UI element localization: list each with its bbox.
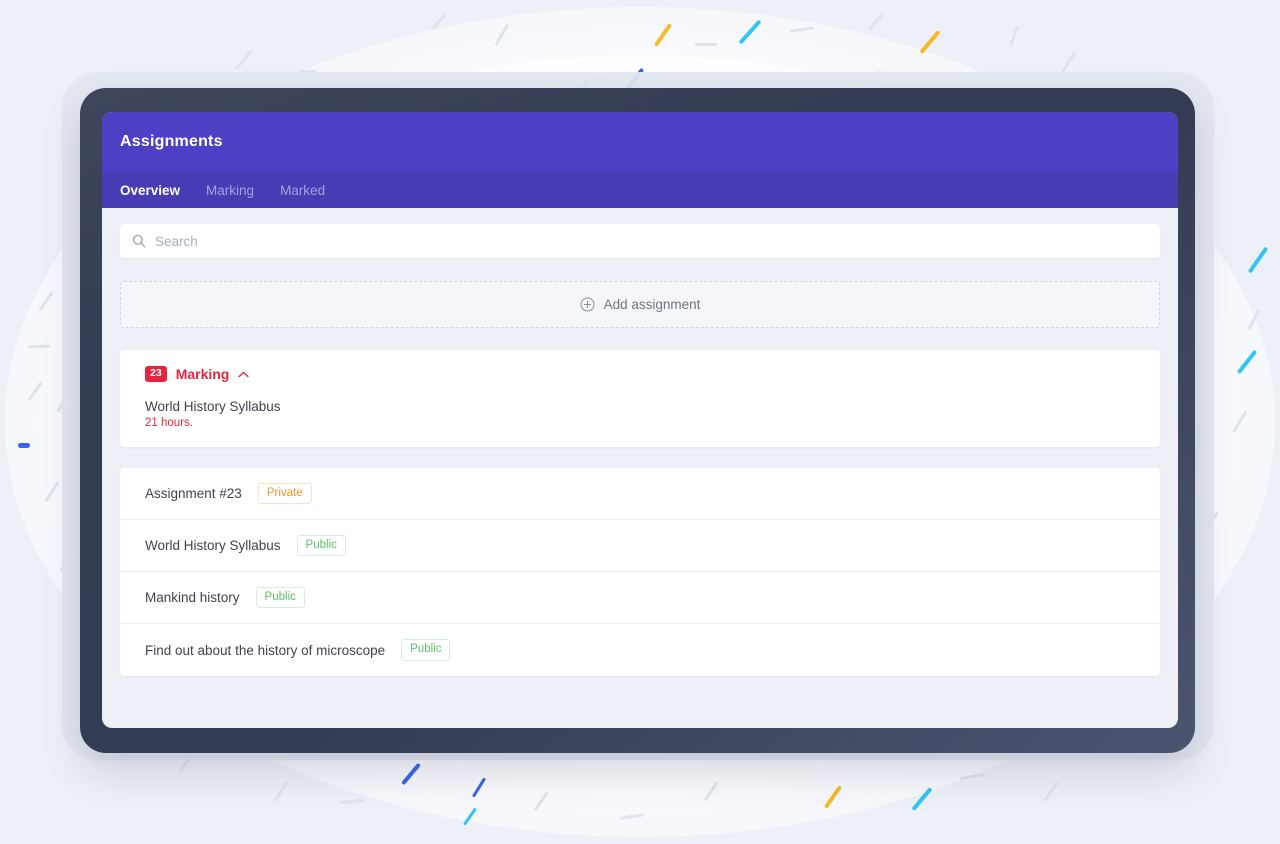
table-row[interactable]: Assignment #23 Private — [120, 468, 1160, 520]
tab-overview[interactable]: Overview — [120, 183, 180, 198]
marking-item-subtitle: 21 hours. — [145, 417, 193, 429]
status-badge: Public — [255, 586, 305, 609]
marking-list-item[interactable]: World History Syllabus 21 hours. — [120, 382, 1160, 429]
confetti-stick — [868, 12, 884, 31]
search-icon — [132, 234, 146, 248]
marking-group-header[interactable]: 23 Marking — [120, 366, 1160, 382]
confetti-stick — [18, 443, 30, 448]
search-bar[interactable] — [120, 224, 1160, 258]
add-assignment-button[interactable]: Add assignment — [120, 281, 1160, 328]
plus-circle-icon — [580, 297, 595, 312]
marking-item-title: World History Syllabus — [145, 399, 281, 414]
main-content: Add assignment 23 Marking World History … — [102, 208, 1178, 676]
marking-group-label: Marking — [175, 366, 230, 382]
marking-group-card: 23 Marking World History Syllabus 21 hou… — [120, 350, 1160, 447]
page-scene: Assignments Overview Marking Marked Sear… — [0, 0, 1280, 844]
confetti-stick — [919, 29, 941, 55]
tab-bar: Overview Marking Marked — [102, 172, 1178, 208]
assignment-title: Assignment #23 — [145, 486, 242, 501]
tab-marking[interactable]: Marking — [206, 183, 254, 198]
assignment-title: Find out about the history of microscope — [145, 642, 386, 658]
assignments-list: Assignment #23 Private World History Syl… — [120, 468, 1160, 676]
search-input[interactable] — [155, 224, 1160, 258]
confetti-stick — [695, 43, 717, 46]
add-assignment-label: Add assignment — [603, 297, 701, 312]
app-screen: Assignments Overview Marking Marked Sear… — [102, 112, 1178, 728]
chevron-up-icon[interactable] — [238, 371, 250, 378]
table-row[interactable]: Find out about the history of microscope… — [120, 624, 1160, 676]
table-row[interactable]: Mankind history Public — [120, 572, 1160, 624]
confetti-stick — [1061, 50, 1077, 73]
confetti-stick — [1247, 246, 1269, 274]
tab-marked[interactable]: Marked — [280, 183, 325, 198]
assignment-title: Mankind history — [145, 590, 240, 605]
status-badge: Public — [296, 534, 346, 557]
confetti-stick — [1043, 781, 1059, 802]
table-row[interactable]: World History Syllabus Public — [120, 520, 1160, 572]
confetti-stick — [273, 781, 289, 802]
status-badge: Private — [257, 482, 312, 505]
assignment-title: World History Syllabus — [145, 538, 281, 553]
marking-count-badge: 23 — [145, 366, 167, 382]
page-title: Assignments — [120, 133, 223, 150]
app-title-bar: Assignments — [102, 112, 1178, 172]
status-badge: Public — [401, 639, 451, 661]
confetti-stick — [339, 798, 365, 805]
confetti-stick — [1008, 25, 1020, 48]
confetti-stick — [235, 49, 253, 70]
